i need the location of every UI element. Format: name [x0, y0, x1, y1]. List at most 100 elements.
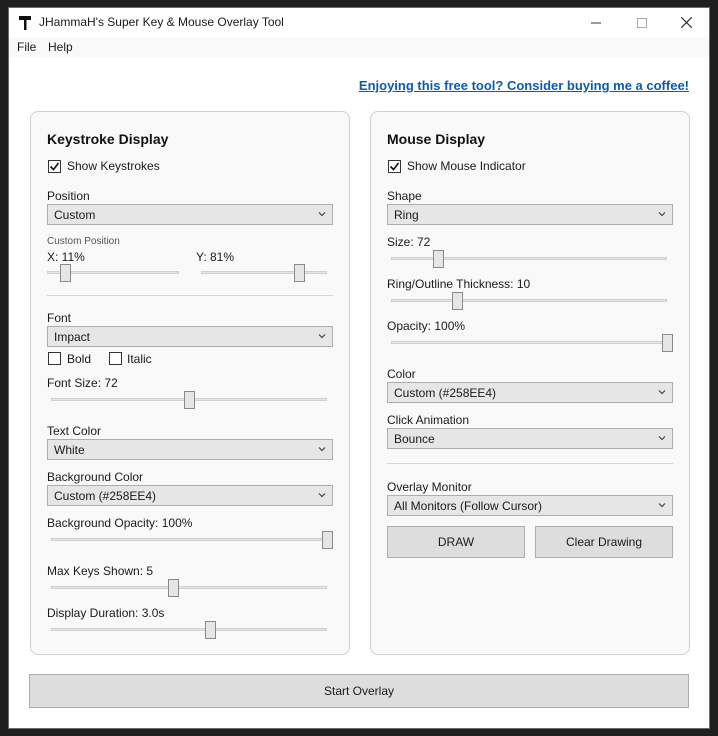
chevron-down-icon — [658, 390, 666, 395]
main-content: Enjoying this free tool? Consider buying… — [9, 57, 709, 728]
custom-position-label: Custom Position — [47, 236, 120, 247]
mouse-panel: Mouse Display Show Mouse Indicator Shape… — [370, 111, 690, 655]
text-color-value: White — [54, 442, 85, 457]
slider-track — [51, 538, 333, 541]
mouse-heading: Mouse Display — [387, 131, 486, 147]
color-value: Custom (#258EE4) — [394, 385, 497, 400]
checkmark-icon — [389, 162, 400, 171]
opacity-slider[interactable] — [391, 333, 673, 353]
font-size-label: Font Size: 72 — [47, 376, 118, 390]
keystroke-panel: Keystroke Display Show Keystrokes Positi… — [30, 111, 350, 655]
close-button[interactable] — [663, 8, 709, 37]
background-opacity-slider[interactable] — [51, 530, 333, 550]
color-label: Color — [387, 367, 416, 381]
slider-thumb[interactable] — [184, 391, 195, 409]
background-color-label: Background Color — [47, 470, 144, 484]
background-color-value: Custom (#258EE4) — [54, 488, 157, 503]
title-bar[interactable]: JHammaH's Super Key & Mouse Overlay Tool — [9, 8, 709, 37]
chevron-down-icon — [318, 493, 326, 498]
slider-thumb[interactable] — [168, 579, 179, 597]
maximize-button[interactable] — [619, 8, 665, 37]
text-color-label: Text Color — [47, 424, 102, 438]
bold-label: Bold — [67, 352, 92, 366]
thickness-slider[interactable] — [391, 291, 667, 311]
opacity-label: Opacity: 100% — [387, 319, 466, 333]
maximize-icon — [637, 17, 647, 28]
draw-button[interactable]: DRAW — [387, 526, 525, 558]
menu-help[interactable]: Help — [48, 40, 73, 54]
keystroke-heading: Keystroke Display — [47, 131, 169, 147]
x-position-label: X: 11% — [47, 250, 85, 264]
position-select[interactable]: Custom — [47, 204, 333, 225]
slider-thumb[interactable] — [662, 334, 673, 352]
slider-thumb[interactable] — [452, 292, 463, 310]
y-position-label: Y: 81% — [196, 250, 235, 264]
chevron-down-icon — [318, 447, 326, 452]
display-duration-label: Display Duration: 3.0s — [47, 606, 165, 620]
x-position-slider[interactable] — [47, 263, 179, 283]
y-position-slider[interactable] — [201, 263, 327, 283]
max-keys-label: Max Keys Shown: 5 — [47, 564, 154, 578]
max-keys-slider[interactable] — [51, 578, 327, 598]
background-color-select[interactable]: Custom (#258EE4) — [47, 485, 333, 506]
app-icon — [19, 16, 31, 30]
show-mouse-indicator-label: Show Mouse Indicator — [407, 159, 526, 173]
background-opacity-label: Background Opacity: 100% — [47, 516, 193, 530]
shape-label: Shape — [387, 189, 422, 203]
app-window: JHammaH's Super Key & Mouse Overlay Tool… — [8, 7, 710, 729]
color-select[interactable]: Custom (#258EE4) — [387, 382, 673, 403]
thickness-label: Ring/Outline Thickness: 10 — [387, 277, 531, 291]
position-label: Position — [47, 189, 90, 203]
slider-thumb[interactable] — [294, 264, 305, 282]
font-size-slider[interactable] — [51, 390, 327, 410]
chevron-down-icon — [658, 436, 666, 441]
italic-label: Italic — [127, 352, 152, 366]
show-mouse-indicator-checkbox[interactable] — [388, 160, 401, 173]
minimize-button[interactable] — [573, 8, 619, 37]
size-slider[interactable] — [391, 249, 667, 269]
font-label: Font — [47, 311, 72, 325]
divider — [47, 295, 333, 296]
display-duration-slider[interactable] — [51, 620, 327, 640]
shape-value: Ring — [394, 207, 419, 222]
chevron-down-icon — [658, 503, 666, 508]
start-overlay-button[interactable]: Start Overlay — [29, 674, 689, 708]
overlay-monitor-value: All Monitors (Follow Cursor) — [394, 498, 543, 513]
chevron-down-icon — [318, 212, 326, 217]
slider-thumb[interactable] — [322, 531, 333, 549]
bold-checkbox[interactable] — [48, 352, 61, 365]
overlay-monitor-label: Overlay Monitor — [387, 480, 472, 494]
window-title: JHammaH's Super Key & Mouse Overlay Tool — [39, 15, 284, 29]
menu-file[interactable]: File — [17, 40, 36, 54]
clear-drawing-button[interactable]: Clear Drawing — [535, 526, 673, 558]
slider-track — [391, 341, 673, 344]
show-keystrokes-checkbox[interactable] — [48, 160, 61, 173]
coffee-link[interactable]: Enjoying this free tool? Consider buying… — [359, 78, 689, 93]
slider-track — [51, 628, 327, 631]
chevron-down-icon — [318, 334, 326, 339]
minimize-icon — [591, 22, 601, 23]
font-value: Impact — [54, 329, 91, 344]
overlay-monitor-select[interactable]: All Monitors (Follow Cursor) — [387, 495, 673, 516]
slider-track — [201, 271, 327, 274]
slider-thumb[interactable] — [433, 250, 444, 268]
font-select[interactable]: Impact — [47, 326, 333, 347]
text-color-select[interactable]: White — [47, 439, 333, 460]
click-animation-value: Bounce — [394, 431, 435, 446]
menu-bar: File Help — [9, 37, 709, 57]
position-value: Custom — [54, 207, 96, 222]
divider — [387, 463, 673, 464]
checkmark-icon — [49, 162, 60, 171]
italic-checkbox[interactable] — [109, 352, 122, 365]
slider-thumb[interactable] — [205, 621, 216, 639]
shape-select[interactable]: Ring — [387, 204, 673, 225]
show-keystrokes-label: Show Keystrokes — [67, 159, 160, 173]
slider-thumb[interactable] — [60, 264, 71, 282]
click-animation-label: Click Animation — [387, 413, 470, 427]
size-label: Size: 72 — [387, 235, 431, 249]
slider-track — [391, 299, 667, 302]
chevron-down-icon — [658, 212, 666, 217]
slider-track — [51, 586, 327, 589]
click-animation-select[interactable]: Bounce — [387, 428, 673, 449]
close-icon — [680, 17, 692, 28]
